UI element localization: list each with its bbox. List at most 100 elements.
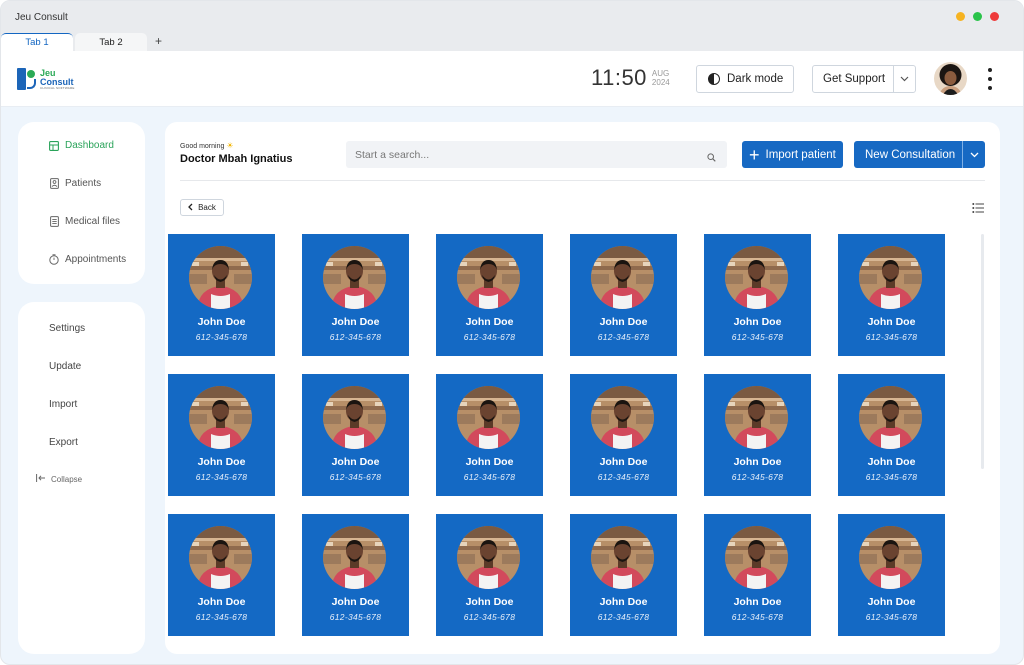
collapse-button[interactable]: Collapse — [36, 474, 82, 484]
patient-phone: 612-345-678 — [195, 332, 248, 342]
search-bar[interactable] — [346, 141, 727, 168]
sidebar-item-medical-files[interactable]: Medical files — [49, 216, 120, 227]
window-title: Jeu Consult — [15, 11, 68, 23]
patient-photo — [323, 246, 386, 309]
patient-card[interactable]: John Doe 612-345-678 — [302, 234, 409, 356]
patient-card[interactable]: John Doe 612-345-678 — [436, 234, 543, 356]
patient-photo — [189, 526, 252, 589]
sidebar-item-dashboard[interactable]: Dashboard — [49, 140, 114, 151]
tab-2[interactable]: Tab 2 — [75, 33, 147, 51]
patient-phone: 612-345-678 — [329, 472, 382, 482]
patient-photo — [457, 386, 520, 449]
patient-card[interactable]: John Doe 612-345-678 — [838, 374, 945, 496]
clock-month: AUG — [651, 69, 670, 78]
new-consultation-button[interactable]: New Consultation — [854, 141, 985, 168]
patient-card[interactable]: John Doe 612-345-678 — [704, 374, 811, 496]
patient-name: John Doe — [733, 456, 782, 468]
clock-year: 2024 — [651, 78, 670, 87]
sidebar-item-label: Medical files — [65, 216, 121, 227]
dark-mode-button[interactable]: Dark mode — [696, 65, 794, 93]
patient-card[interactable]: John Doe 612-345-678 — [704, 234, 811, 356]
sidebar-item-label: Patients — [65, 178, 102, 189]
import-patient-button[interactable]: + Import patient — [742, 141, 843, 168]
patient-card[interactable]: John Doe 612-345-678 — [168, 234, 275, 356]
new-tab-button[interactable]: + — [155, 33, 162, 51]
search-input[interactable] — [355, 148, 695, 161]
window-controls — [956, 12, 999, 21]
user-avatar[interactable] — [934, 62, 967, 95]
patient-phone: 612-345-678 — [597, 472, 650, 482]
patient-photo — [859, 526, 922, 589]
patient-phone: 612-345-678 — [731, 612, 784, 622]
patient-name: John Doe — [197, 596, 246, 608]
sidebar-item-settings[interactable]: Settings — [49, 323, 85, 334]
dashboard-icon — [49, 140, 59, 151]
scrollbar[interactable] — [981, 234, 984, 469]
patients-icon — [49, 178, 59, 189]
patient-phone: 612-345-678 — [865, 332, 918, 342]
patient-card[interactable]: John Doe 612-345-678 — [570, 234, 677, 356]
patient-phone: 612-345-678 — [597, 332, 650, 342]
patient-photo — [323, 386, 386, 449]
back-label: Back — [198, 203, 216, 212]
patient-card[interactable]: John Doe 612-345-678 — [302, 374, 409, 496]
plus-icon: + — [749, 144, 760, 165]
patient-card[interactable]: John Doe 612-345-678 — [436, 374, 543, 496]
patient-name: John Doe — [733, 316, 782, 328]
patient-card[interactable]: John Doe 612-345-678 — [302, 514, 409, 636]
patient-photo — [591, 386, 654, 449]
patient-phone: 612-345-678 — [329, 332, 382, 342]
sidebar-item-patients[interactable]: Patients — [49, 178, 101, 189]
get-support-button[interactable]: Get Support — [812, 65, 916, 93]
kebab-menu-icon[interactable] — [986, 68, 994, 90]
patient-card[interactable]: John Doe 612-345-678 — [570, 514, 677, 636]
chevron-down-icon[interactable] — [894, 76, 915, 82]
patient-name: John Doe — [465, 456, 514, 468]
minimize-button[interactable] — [956, 12, 965, 21]
patient-name: John Doe — [867, 596, 916, 608]
patient-card[interactable]: John Doe 612-345-678 — [570, 374, 677, 496]
chevron-down-icon[interactable] — [963, 152, 985, 158]
patient-phone: 612-345-678 — [865, 472, 918, 482]
app-header: Jeu Consult CLINICAL SOFTWARE 11:50 AUG … — [1, 51, 1023, 107]
patient-card[interactable]: John Doe 612-345-678 — [168, 374, 275, 496]
patient-card[interactable]: John Doe 612-345-678 — [838, 514, 945, 636]
patient-phone: 612-345-678 — [329, 612, 382, 622]
sidebar-item-label: Appointments — [65, 254, 127, 265]
patient-phone: 612-345-678 — [195, 472, 248, 482]
app-logo[interactable]: Jeu Consult CLINICAL SOFTWARE — [17, 68, 75, 90]
patient-card[interactable]: John Doe 612-345-678 — [838, 234, 945, 356]
patient-photo — [859, 386, 922, 449]
patient-name: John Doe — [331, 316, 380, 328]
sidebar-item-appointments[interactable]: Appointments — [49, 254, 126, 265]
search-icon[interactable] — [707, 149, 716, 167]
tab-1[interactable]: Tab 1 — [1, 33, 73, 51]
patient-phone: 612-345-678 — [463, 472, 516, 482]
maximize-button[interactable] — [973, 12, 982, 21]
patient-photo — [457, 246, 520, 309]
clock-icon — [49, 254, 59, 265]
patient-name: John Doe — [465, 316, 514, 328]
back-button[interactable]: Back — [180, 199, 224, 216]
patient-card[interactable]: John Doe 612-345-678 — [436, 514, 543, 636]
patient-name: John Doe — [599, 316, 648, 328]
sidebar-item-update[interactable]: Update — [49, 361, 81, 372]
patient-phone: 612-345-678 — [597, 612, 650, 622]
patient-photo — [323, 526, 386, 589]
patient-name: John Doe — [465, 596, 514, 608]
collapse-label: Collapse — [51, 474, 83, 484]
patient-card[interactable]: John Doe 612-345-678 — [168, 514, 275, 636]
sidebar-item-import[interactable]: Import — [49, 399, 77, 410]
new-consultation-label: New Consultation — [854, 141, 963, 168]
patient-phone: 612-345-678 — [731, 332, 784, 342]
patient-phone: 612-345-678 — [463, 332, 516, 342]
sidebar-item-export[interactable]: Export — [49, 437, 78, 448]
contrast-icon — [708, 73, 720, 85]
logo-icon — [17, 68, 37, 90]
close-button[interactable] — [990, 12, 999, 21]
clock: 11:50 AUG 2024 — [591, 65, 670, 91]
list-view-icon[interactable] — [972, 201, 984, 213]
doctor-name: Doctor Mbah Ignatius — [180, 153, 293, 165]
patient-card[interactable]: John Doe 612-345-678 — [704, 514, 811, 636]
title-bar: Jeu Consult — [1, 1, 1023, 33]
